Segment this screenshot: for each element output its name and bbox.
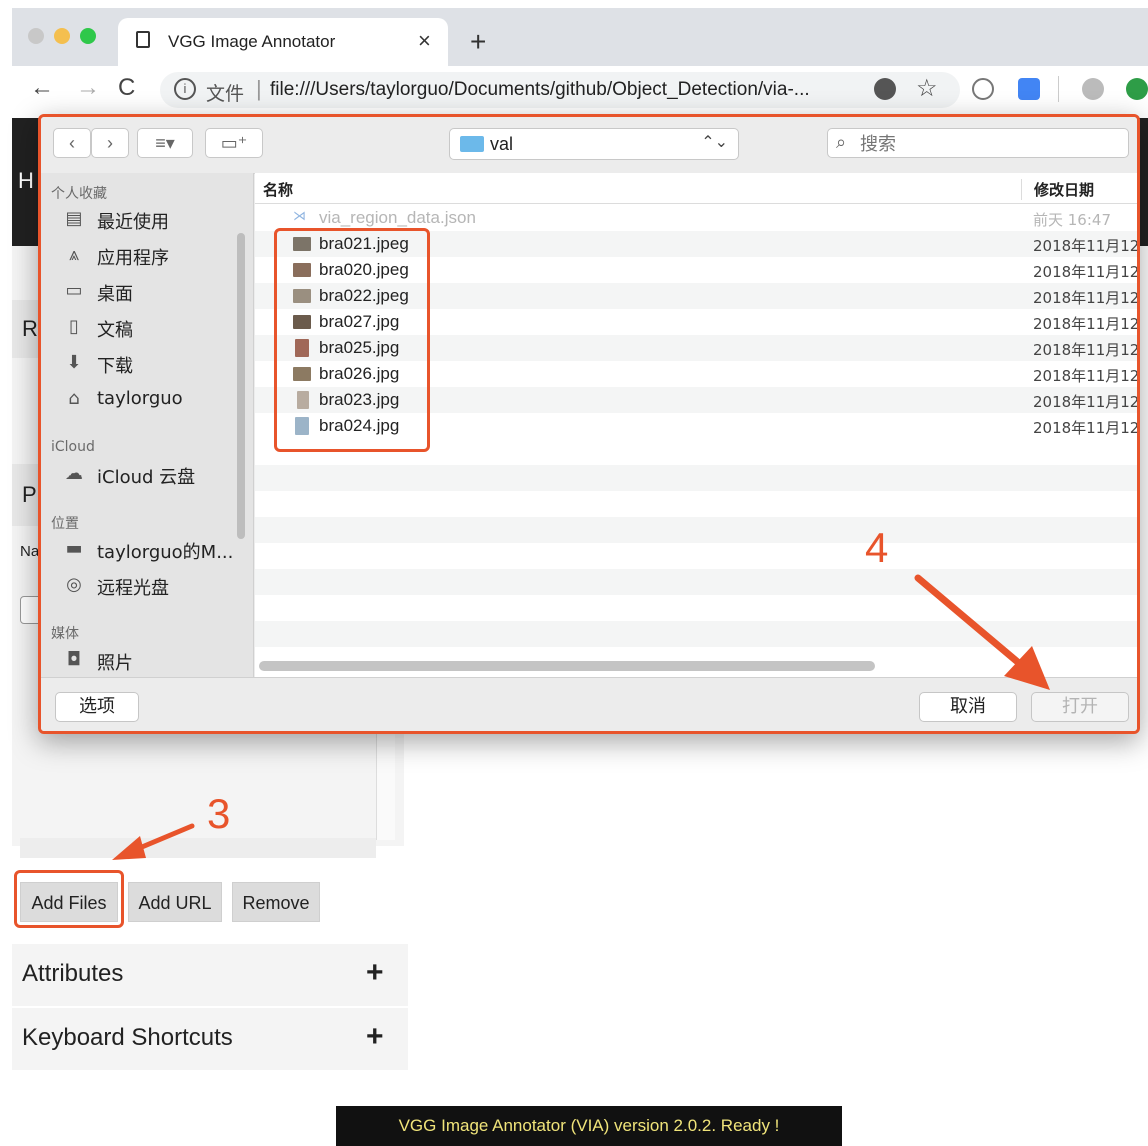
annotation-arrows [112,574,1050,860]
arrow-3-head [112,836,146,860]
arrow-4-shaft [914,574,1024,668]
